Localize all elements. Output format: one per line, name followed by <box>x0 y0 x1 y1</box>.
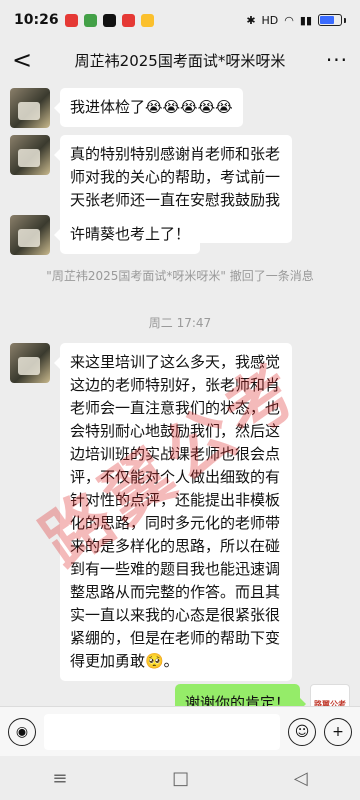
my-message-bubble[interactable]: 谢谢你的肯定！ <box>174 684 307 706</box>
back-icon[interactable]: < <box>12 46 42 74</box>
more-icon[interactable]: ··· <box>318 48 348 72</box>
app-notification-icon <box>121 13 135 27</box>
chat-title: 周芷袆2025国考面试*呀米呀米 <box>74 51 286 70</box>
message-input[interactable] <box>44 713 280 750</box>
signal-icon: ▮▮ <box>299 13 312 27</box>
chat-header: < 周芷袆2025国考面试*呀米呀米 ··· <box>0 40 360 80</box>
hd-icon: HD <box>261 13 279 27</box>
app-notification-icon <box>102 13 116 27</box>
status-time: 10:26 <box>14 12 59 28</box>
battery-icon <box>318 14 346 26</box>
plus-icon[interactable]: + <box>324 717 352 746</box>
back-nav-icon[interactable]: ◁ <box>294 768 308 789</box>
my-avatar[interactable]: 路翼公考 <box>310 684 350 706</box>
recall-notice: "周芷袆2025国考面试*呀米呀米" 撤回了一条消息 <box>46 269 314 283</box>
message-row: 许晴葵也考上了！ <box>10 215 201 255</box>
avatar[interactable] <box>10 88 50 128</box>
voice-icon[interactable]: ◉ <box>8 717 36 746</box>
message-bubble[interactable]: 我进体检了😭😭😭😭😭 <box>54 88 243 127</box>
avatar[interactable] <box>10 343 50 383</box>
app-notification-icon <box>64 13 78 27</box>
time-divider: 周二 17:47 <box>148 316 212 330</box>
avatar[interactable] <box>10 135 50 175</box>
home-icon[interactable]: □ <box>172 768 189 789</box>
app-notification-icon <box>83 13 97 27</box>
wifi-icon: ◠ <box>284 13 294 27</box>
menu-icon[interactable]: ≡ <box>52 768 67 789</box>
system-nav-bar: ≡ □ ◁ <box>0 756 360 800</box>
chat-area[interactable]: 我进体检了😭😭😭😭😭 真的特别特别感谢肖老师和张老师对我的关心的帮助，考试前一天… <box>0 80 360 706</box>
message-row: 我进体检了😭😭😭😭😭 <box>10 88 243 128</box>
status-bar: 10:26 ✱ HD ◠ ▮▮ <box>0 0 360 40</box>
my-message-row: 谢谢你的肯定！ 路翼公考 <box>174 684 350 706</box>
input-bar: ◉ ☺ + <box>0 706 360 756</box>
avatar[interactable] <box>10 215 50 255</box>
message-bubble[interactable]: 许晴葵也考上了！ <box>53 215 201 254</box>
bluetooth-icon: ✱ <box>246 13 256 27</box>
app-notification-icon <box>140 13 154 27</box>
message-row: 来这里培训了这么多天，我感觉这边的老师特别好，张老师和肖老师会一直注意我们的状态… <box>10 343 292 681</box>
message-bubble[interactable]: 来这里培训了这么多天，我感觉这边的老师特别好，张老师和肖老师会一直注意我们的状态… <box>54 343 292 681</box>
emoji-icon[interactable]: ☺ <box>288 717 316 746</box>
